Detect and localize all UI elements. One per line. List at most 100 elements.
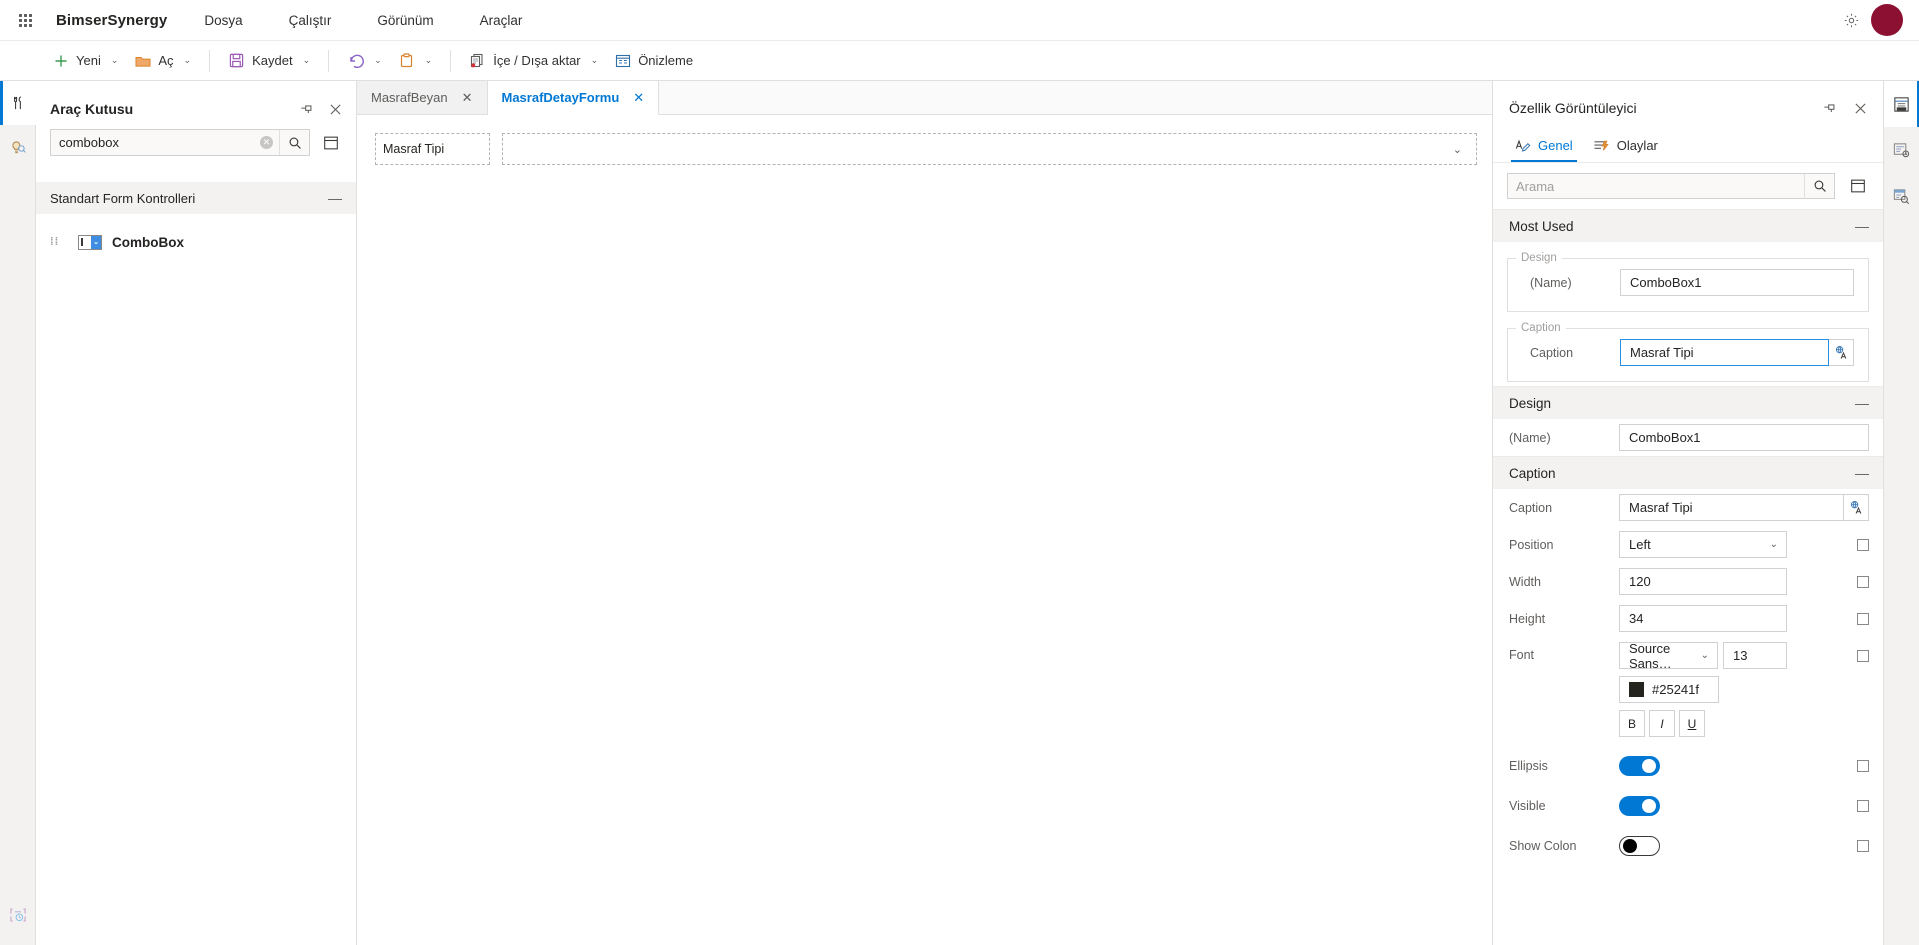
tab-label: MasrafDetayFormu [501,90,620,105]
font-size-input[interactable] [1723,642,1787,669]
width-binding-checkbox[interactable] [1857,575,1869,588]
caption-text-input[interactable] [1619,494,1844,521]
translate-icon[interactable] [1844,494,1869,521]
gear-icon[interactable] [1835,4,1867,36]
menu-item-araclar[interactable]: Araçlar [457,0,546,40]
list-view-icon[interactable] [320,132,342,154]
undo-button[interactable]: ⌄ [339,46,390,76]
save-button-label: Kaydet [252,53,293,68]
tab-label: MasrafBeyan [371,90,448,105]
app-launcher-icon[interactable] [8,3,42,37]
property-field [1619,605,1869,632]
properties-search-input[interactable] [1508,174,1804,198]
width-input[interactable] [1619,568,1787,595]
chevron-down-icon[interactable]: ⌄ [111,55,119,66]
ellipsis-toggle[interactable] [1619,756,1660,776]
canvas-area: MasrafBeyan ✕ MasrafDetayFormu ✕ Masraf … [357,81,1492,945]
events-lightning-icon [1593,138,1610,153]
name-input[interactable] [1620,269,1854,296]
tab-genel[interactable]: Genel [1507,129,1581,162]
menu-item-gorunum[interactable]: Görünüm [354,0,456,40]
visible-toggle[interactable] [1619,796,1660,816]
search-icon[interactable] [279,130,309,155]
tab-masrafbeyan[interactable]: MasrafBeyan ✕ [357,81,488,114]
categorize-icon[interactable] [1847,175,1869,197]
properties-pencil-icon [1515,138,1531,153]
ellipsis-binding-checkbox[interactable] [1857,760,1869,772]
italic-button[interactable]: I [1649,710,1675,737]
font-family-select[interactable]: Source Sans… ⌄ [1619,641,1718,671]
form-control-label[interactable]: Masraf Tipi [375,133,490,165]
collapse-icon[interactable]: — [328,190,342,206]
underline-button[interactable]: U [1679,710,1705,737]
position-binding-checkbox[interactable] [1857,538,1869,551]
import-export-button[interactable]: İçe / Dışa aktar ⌄ [461,46,606,76]
font-binding-checkbox[interactable] [1857,649,1869,662]
toolbox-search-box[interactable]: ✕ [50,129,310,156]
new-button[interactable]: Yeni ⌄ [44,46,126,76]
collapse-icon[interactable]: — [1855,395,1869,411]
collapse-icon[interactable]: — [1855,218,1869,234]
chevron-down-icon[interactable]: ⌄ [374,55,382,66]
properties-panel: Özellik Görüntüleyici Genel Olaylar Aram… [1492,81,1883,945]
section-header-most-used[interactable]: Most Used — [1493,209,1883,242]
chevron-down-icon[interactable]: ⌄ [184,55,192,66]
caption-input[interactable] [1620,339,1829,366]
form-design-canvas[interactable]: Masraf Tipi ⌄ [357,115,1492,945]
show-colon-binding-checkbox[interactable] [1857,840,1869,852]
inspect-lightbulb-rail-icon[interactable] [0,125,36,169]
preview-button[interactable]: Önizleme [606,46,701,76]
property-label: Height [1509,611,1546,626]
design-name-input[interactable] [1619,424,1869,451]
pin-icon[interactable] [1821,99,1839,117]
font-color-picker[interactable]: #25241f [1619,676,1719,703]
section-header-design[interactable]: Design — [1493,386,1883,419]
font-color-hex: #25241f [1652,682,1699,697]
search-icon[interactable] [1804,173,1834,199]
close-icon[interactable] [326,100,344,118]
visible-binding-checkbox[interactable] [1857,800,1869,812]
menu-item-calistir[interactable]: Çalıştır [266,0,355,40]
close-icon[interactable] [1851,99,1869,117]
height-binding-checkbox[interactable] [1857,612,1869,625]
close-icon[interactable]: ✕ [633,90,644,106]
chevron-down-icon[interactable]: ⌄ [303,55,311,66]
properties-search-box[interactable] [1507,173,1835,199]
ribbon-group-save: Kaydet ⌄ [220,41,318,80]
debug-rail-icon[interactable] [0,893,36,937]
properties-viewer-rail-icon[interactable] [1883,81,1919,127]
save-floppy-icon [228,52,245,69]
chevron-down-icon[interactable]: ⌄ [591,55,599,66]
toolbox-item-combobox[interactable]: ⁞⁞ ⌄ ComboBox [36,224,356,260]
save-button[interactable]: Kaydet ⌄ [220,46,318,76]
font-style-buttons: B I U [1619,710,1869,737]
divider [209,49,211,72]
clipboard-button[interactable]: ⌄ [390,46,441,76]
pin-icon[interactable] [298,100,316,118]
open-button[interactable]: Aç ⌄ [126,46,199,76]
tab-olaylar[interactable]: Olaylar [1585,129,1666,162]
clear-circle-icon[interactable]: ✕ [260,136,273,149]
avatar[interactable] [1871,4,1903,36]
toolbox-rail-icon[interactable] [0,81,36,125]
form-control-combobox[interactable]: Masraf Tipi ⌄ [375,133,1477,165]
height-input[interactable] [1619,605,1787,632]
search-grid-rail-icon[interactable] [1884,173,1919,219]
toolbox-header: Araç Kutusu [36,89,356,129]
close-icon[interactable]: ✕ [462,90,473,106]
properties-scroll-region[interactable]: Most Used — Design (Name) Caption [1493,209,1883,945]
toolbox-search-input[interactable] [51,130,260,155]
translate-icon[interactable] [1829,339,1854,366]
position-select[interactable]: Left ⌄ [1619,531,1787,558]
collapse-icon[interactable]: — [1855,465,1869,481]
tab-masrafdetayformu[interactable]: MasrafDetayFormu ✕ [487,81,660,115]
section-header-caption[interactable]: Caption — [1493,456,1883,489]
form-control-combobox-input[interactable]: ⌄ [502,133,1477,165]
chevron-down-icon[interactable]: ⌄ [425,55,433,66]
menu-item-dosya[interactable]: Dosya [181,0,265,40]
settings-grid-rail-icon[interactable] [1884,127,1919,173]
bold-button[interactable]: B [1619,710,1645,737]
show-colon-toggle[interactable] [1619,836,1660,856]
toolbox-group-header[interactable]: Standart Form Kontrolleri — [36,182,356,214]
drag-grip-icon[interactable]: ⁞⁞ [50,236,58,247]
